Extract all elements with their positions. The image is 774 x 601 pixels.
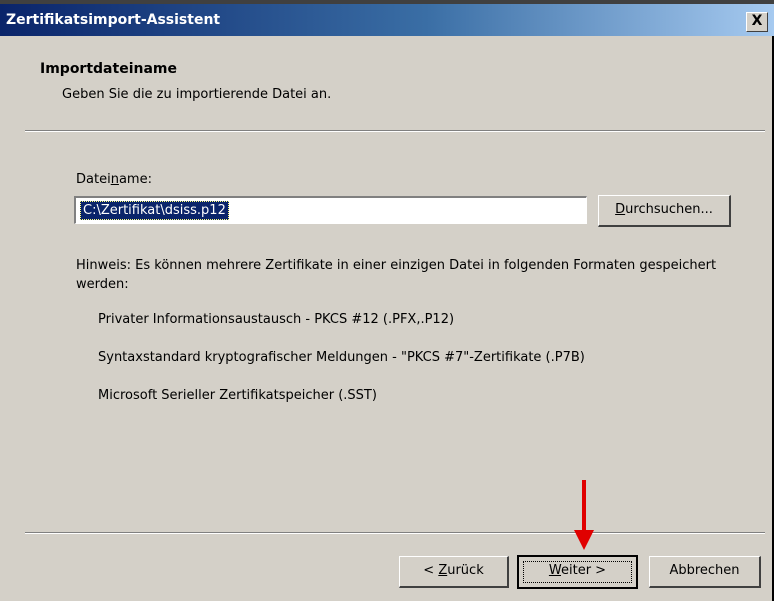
close-icon: X — [751, 13, 763, 29]
cancel-button[interactable]: Abbrechen — [649, 556, 761, 588]
focus-rect — [523, 561, 632, 583]
next-button[interactable]: Weiter > — [517, 555, 638, 589]
red-arrow-down-icon — [574, 480, 594, 550]
page-title: Importdateiname — [40, 61, 177, 77]
filename-input[interactable]: C:\Zertifikat\dsiss.p12 — [74, 196, 587, 224]
browse-button[interactable]: Durchsuchen... — [598, 195, 731, 227]
hint-text: Hinweis: Es können mehrere Zertifikate i… — [76, 258, 717, 292]
format-item-pfx: Privater Informationsaustausch - PKCS #1… — [98, 312, 455, 327]
page-subtitle: Geben Sie die zu importierende Datei an. — [62, 87, 332, 102]
back-button[interactable]: < Zurück — [399, 556, 509, 588]
filename-label: Dateiname: — [76, 172, 152, 187]
header-divider — [25, 130, 765, 132]
close-button[interactable]: X — [746, 12, 768, 32]
format-item-sst: Microsoft Serieller Zertifikatspeicher (… — [98, 388, 377, 403]
window-title: Zertifikatsimport-Assistent — [6, 12, 221, 28]
footer-divider — [25, 532, 765, 534]
format-item-p7b: Syntaxstandard kryptografischer Meldunge… — [98, 350, 585, 365]
title-bar[interactable]: Zertifikatsimport-Assistent X — [0, 4, 774, 36]
wizard-window: Zertifikatsimport-Assistent X Importdate… — [0, 0, 774, 601]
wizard-header: Importdateiname Geben Sie die zu importi… — [0, 36, 772, 130]
filename-value: C:\Zertifikat\dsiss.p12 — [80, 201, 229, 220]
